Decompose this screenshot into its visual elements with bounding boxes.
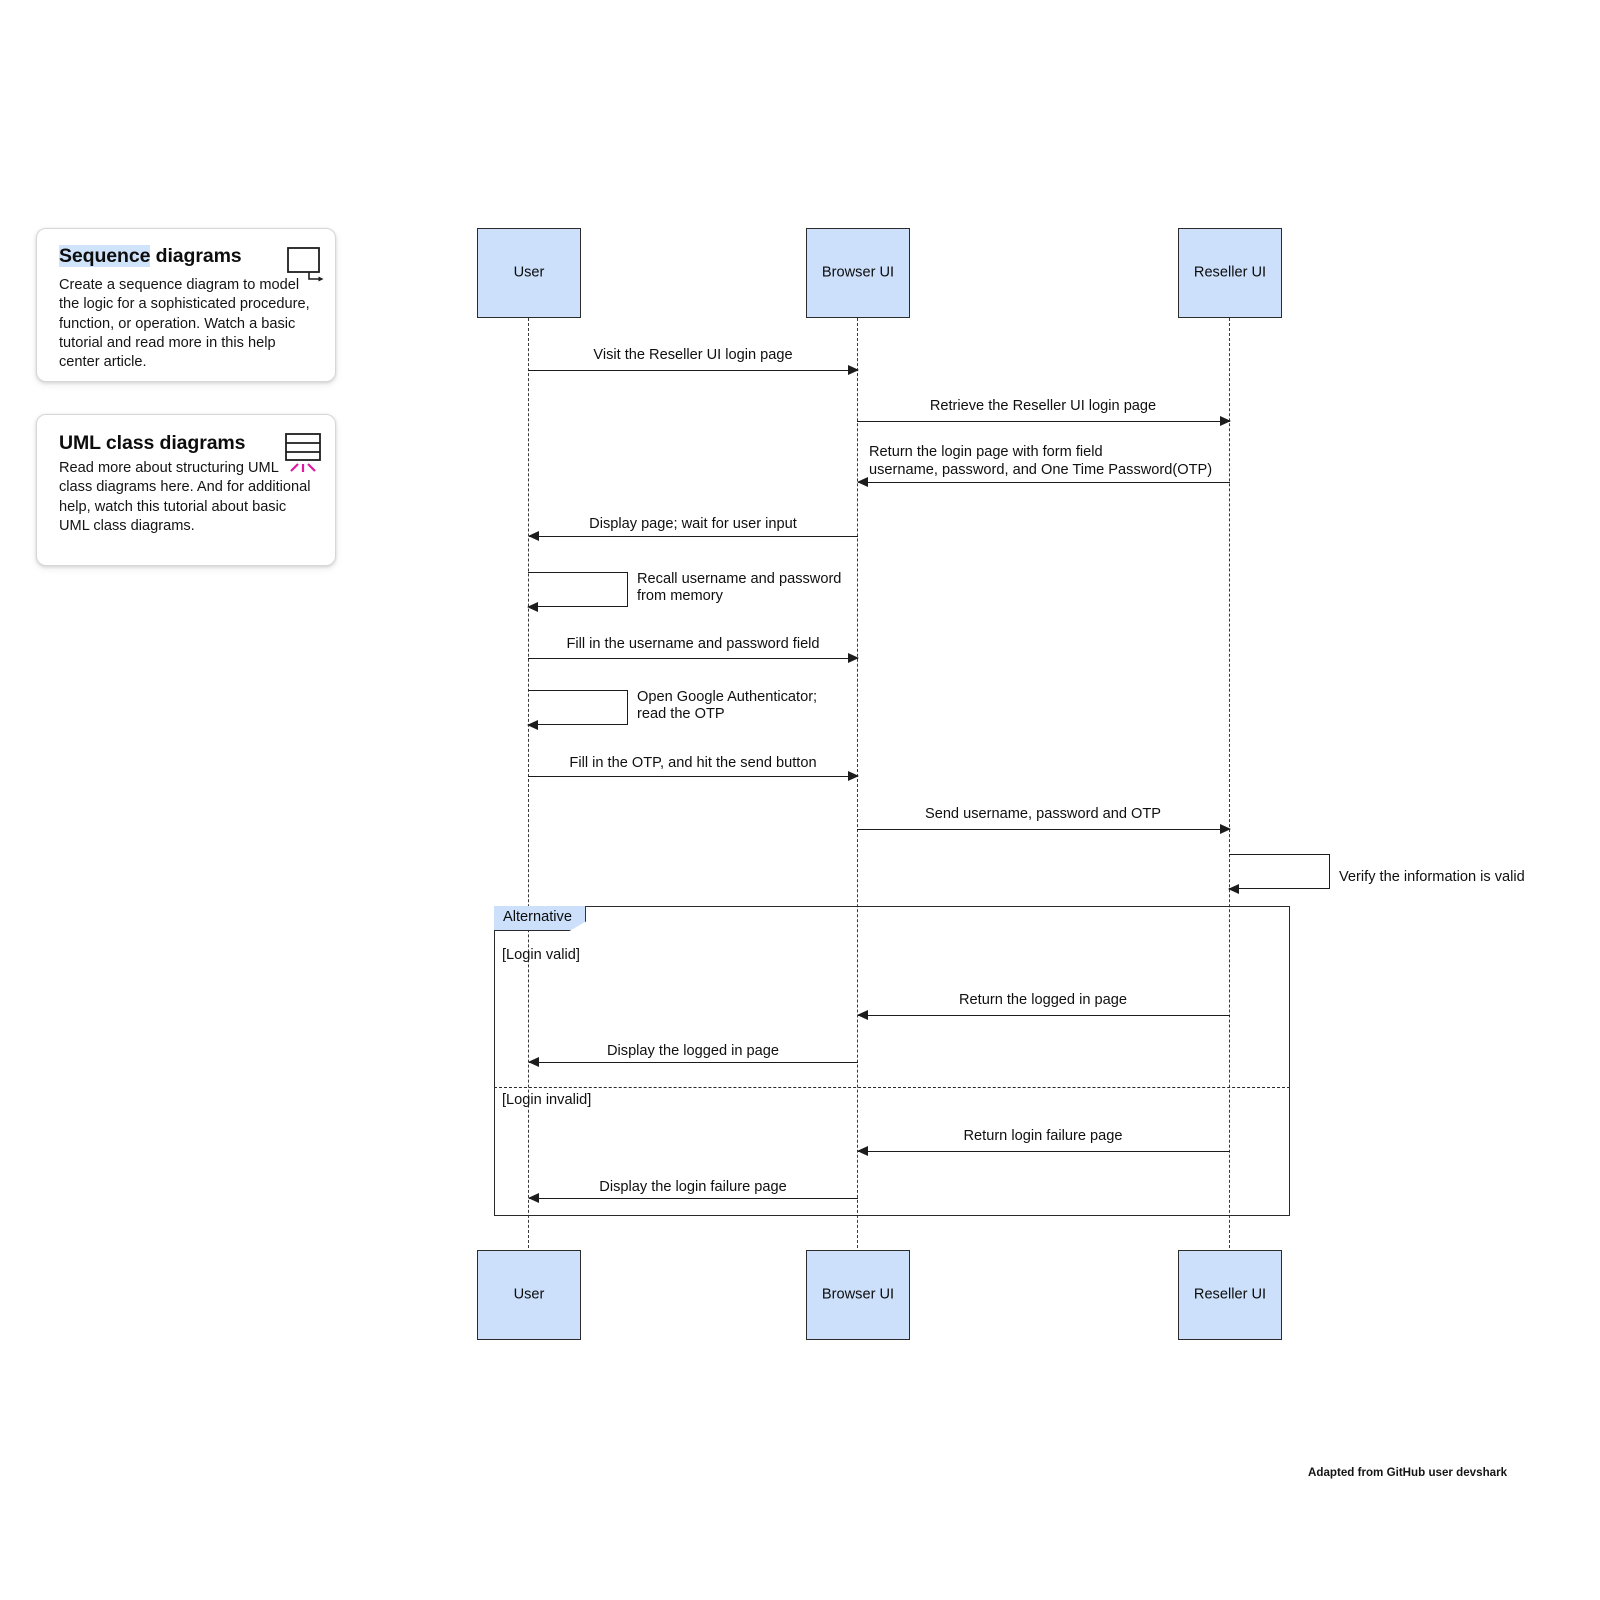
- actor-label: User: [513, 264, 545, 281]
- arrow-line: [529, 1198, 858, 1199]
- actor-box-user-bottom[interactable]: User: [477, 1250, 581, 1340]
- arrow-line: [858, 1015, 1230, 1016]
- alt-fragment-divider: [494, 1087, 1290, 1088]
- arrow-head-icon: [527, 719, 538, 730]
- message-label-line1: Recall username and password: [637, 571, 842, 587]
- message-label: Fill in the OTP, and hit the send button: [569, 755, 817, 771]
- alt-fragment-frame: [494, 906, 1290, 1216]
- arrow-line: [858, 1151, 1230, 1152]
- message-label-line1: Open Google Authenticator;: [637, 689, 818, 705]
- diagram-canvas: Sequence diagrams Create a sequence diag…: [0, 0, 1600, 1600]
- alt-fragment-label[interactable]: Alternative: [494, 906, 586, 931]
- arrow-head-icon: [528, 1192, 539, 1203]
- arrow-head-icon: [1228, 883, 1239, 894]
- self-message-verify-information[interactable]: [1228, 854, 1330, 894]
- message-label-line1: Return the login page with form field: [869, 444, 1103, 460]
- message-label: Fill in the username and password field: [566, 636, 820, 652]
- actor-box-reseller-ui-top[interactable]: Reseller UI: [1178, 228, 1282, 318]
- arrow-head-icon: [857, 1145, 868, 1156]
- arrow-head-icon: [1220, 415, 1231, 426]
- message-label: Retrieve the Reseller UI login page: [929, 398, 1157, 414]
- card-title-rest: diagrams: [150, 245, 242, 267]
- actor-box-browser-ui-top[interactable]: Browser UI: [806, 228, 910, 318]
- arrow-head-icon: [848, 770, 859, 781]
- card-title-rest: UML class diagrams: [59, 432, 246, 454]
- monitor-icon: [287, 247, 331, 283]
- message-label: Display the login failure page: [599, 1179, 787, 1195]
- arrow-head-icon: [527, 601, 538, 612]
- arrow-line: [857, 421, 1230, 422]
- card-title: Sequence diagrams: [59, 245, 242, 268]
- arrow-head-icon: [848, 652, 859, 663]
- actor-label: User: [513, 1286, 545, 1303]
- actor-box-browser-ui-bottom[interactable]: Browser UI: [806, 1250, 910, 1340]
- actor-label: Browser UI: [821, 264, 895, 281]
- card-title: UML class diagrams: [59, 432, 246, 455]
- message-label: Send username, password and OTP: [924, 806, 1162, 822]
- arrow-line: [858, 482, 1230, 483]
- self-message-recall-credentials[interactable]: [527, 572, 628, 612]
- arrow-head-icon: [857, 476, 868, 487]
- class-diagram-icon: [285, 433, 331, 475]
- arrow-head-icon: [1220, 823, 1231, 834]
- arrow-head-icon: [848, 364, 859, 375]
- card-body-text: Create a sequence diagram to model the l…: [59, 277, 310, 371]
- actor-label: Browser UI: [821, 1286, 895, 1303]
- alt-guard-condition-2: [Login invalid]: [502, 1092, 592, 1108]
- footer-attribution: Adapted from GitHub user devshark: [1308, 1466, 1508, 1479]
- actor-label: Reseller UI: [1193, 1286, 1267, 1303]
- message-label: Return the logged in page: [959, 992, 1127, 1008]
- actor-label: Reseller UI: [1193, 264, 1267, 281]
- message-label-line2: read the OTP: [637, 706, 725, 722]
- arrow-head-icon: [857, 1009, 868, 1020]
- arrow-line: [529, 536, 858, 537]
- message-label: Return login failure page: [963, 1128, 1123, 1144]
- message-label: Verify the information is valid: [1339, 869, 1525, 885]
- message-label: Display the logged in page: [606, 1043, 780, 1059]
- actor-box-user-top[interactable]: User: [477, 228, 581, 318]
- message-label: Visit the Reseller UI login page: [593, 347, 793, 363]
- actor-box-reseller-ui-bottom[interactable]: Reseller UI: [1178, 1250, 1282, 1340]
- self-message-open-google-authenticator[interactable]: [527, 690, 628, 730]
- message-label: Display page; wait for user input: [589, 516, 797, 532]
- message-label-line2: username, password, and One Time Passwor…: [869, 462, 1213, 478]
- info-card-uml-class-diagrams[interactable]: UML class diagrams Read more about struc…: [36, 414, 336, 566]
- arrow-line: [857, 829, 1230, 830]
- arrow-line: [528, 776, 858, 777]
- card-title-highlight: Sequence: [59, 245, 151, 267]
- arrow-line: [528, 658, 858, 659]
- arrow-head-icon: [528, 530, 539, 541]
- info-card-sequence-diagrams[interactable]: Sequence diagrams Create a sequence diag…: [36, 228, 336, 382]
- alt-guard-condition-1: [Login valid]: [502, 947, 580, 963]
- message-label-line2: from memory: [637, 588, 723, 604]
- arrow-line: [528, 370, 858, 371]
- arrow-line: [529, 1062, 858, 1063]
- card-body-text: Read more about structuring UML class di…: [59, 460, 311, 534]
- arrow-head-icon: [528, 1056, 539, 1067]
